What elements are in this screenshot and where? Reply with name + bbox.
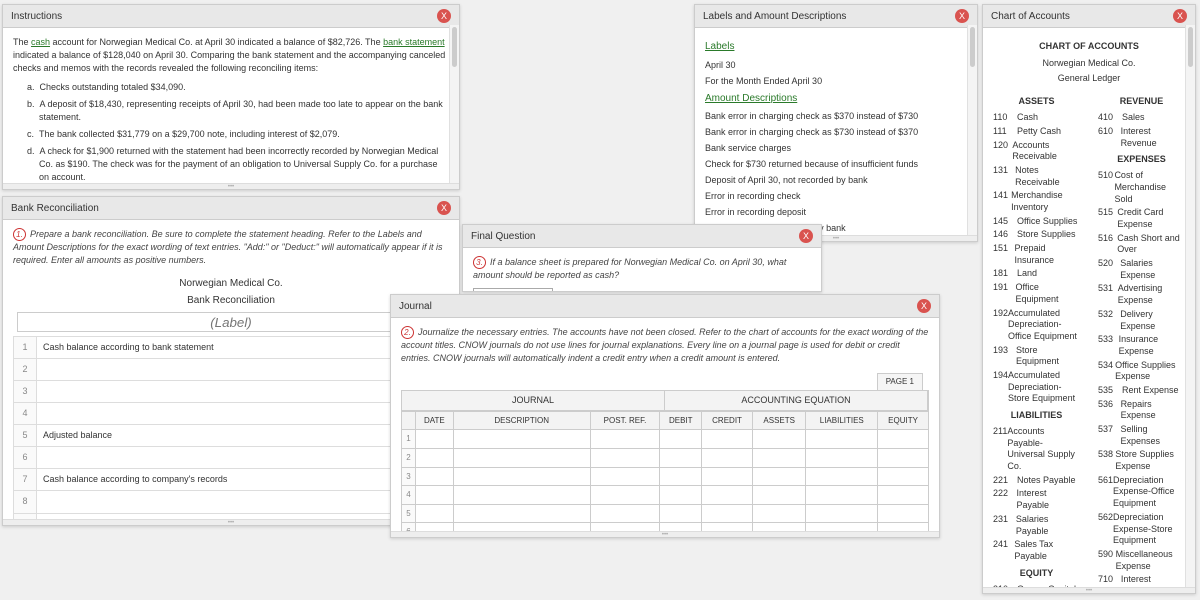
close-icon[interactable]: X bbox=[437, 201, 451, 215]
row-5[interactable]: Adjusted balance bbox=[37, 425, 449, 447]
coa-row[interactable]: 561Depreciation Expense-Office Equipment bbox=[1098, 475, 1185, 510]
resize-grip[interactable]: ••• bbox=[983, 587, 1195, 593]
panel-title: Bank Reconciliation bbox=[11, 203, 99, 214]
item-c: c. The bank collected $31,779 on a $29,7… bbox=[27, 128, 449, 141]
coa-row[interactable]: 191Office Equipment bbox=[993, 282, 1080, 305]
item-b: b. A deposit of $18,430, representing re… bbox=[27, 98, 449, 124]
resize-grip[interactable]: ••• bbox=[3, 183, 459, 189]
coa-row[interactable]: 131Notes Receivable bbox=[993, 165, 1080, 188]
coa-row[interactable]: 120Accounts Receivable bbox=[993, 140, 1080, 163]
panel-title: Chart of Accounts bbox=[991, 11, 1070, 22]
coa-row[interactable]: 192Accumulated Depreciation-Office Equip… bbox=[993, 308, 1080, 343]
coa-row[interactable]: 141Merchandise Inventory bbox=[993, 190, 1080, 213]
step-badge: 3. bbox=[473, 256, 486, 269]
journal-table: DATEDESCRIPTIONPOST. REF.DEBITCREDITASSE… bbox=[401, 411, 929, 531]
recon-table: 1Cash balance according to bank statemen… bbox=[13, 336, 449, 519]
coa-row[interactable]: 520Salaries Expense bbox=[1098, 258, 1185, 281]
coa-row[interactable]: 538Store Supplies Expense bbox=[1098, 449, 1185, 472]
coa-row[interactable]: 231Salaries Payable bbox=[993, 514, 1080, 537]
coa-row[interactable]: 610Interest Revenue bbox=[1098, 126, 1185, 149]
panel-title: Instructions bbox=[11, 11, 62, 22]
item-d: d. A check for $1,900 returned with the … bbox=[27, 145, 449, 183]
coa-row[interactable]: 221Notes Payable bbox=[993, 475, 1080, 487]
instructions-panel: InstructionsX The cash account for Norwe… bbox=[2, 4, 460, 190]
coa-row[interactable]: 536Repairs Expense bbox=[1098, 399, 1185, 422]
panel-title: Journal bbox=[399, 301, 432, 312]
panel-title: Labels and Amount Descriptions bbox=[703, 11, 846, 22]
scrollbar[interactable] bbox=[967, 25, 977, 235]
close-icon[interactable]: X bbox=[955, 9, 969, 23]
coa-row[interactable]: 146Store Supplies bbox=[993, 229, 1080, 241]
label-input[interactable] bbox=[17, 312, 444, 332]
step-badge: 1. bbox=[13, 228, 26, 241]
coa-row[interactable]: 537Selling Expenses bbox=[1098, 424, 1185, 447]
coa-row[interactable]: 222Interest Payable bbox=[993, 488, 1080, 511]
resize-grip[interactable]: ••• bbox=[391, 531, 939, 537]
coa-row[interactable]: 562Depreciation Expense-Store Equipment bbox=[1098, 512, 1185, 547]
company-name: Norwegian Medical Co. bbox=[13, 277, 449, 292]
coa-row[interactable]: 194Accumulated Depreciation-Store Equipm… bbox=[993, 370, 1080, 405]
scrollbar[interactable] bbox=[449, 25, 459, 183]
coa-row[interactable]: 181Land bbox=[993, 268, 1080, 280]
amounts-header[interactable]: Amount Descriptions bbox=[705, 92, 967, 107]
coa-row[interactable]: 535Rent Expense bbox=[1098, 385, 1185, 397]
coa-row[interactable]: 534Office Supplies Expense bbox=[1098, 360, 1185, 383]
coa-row[interactable]: 145Office Supplies bbox=[993, 216, 1080, 228]
coa-row[interactable]: 111Petty Cash bbox=[993, 126, 1080, 138]
coa-row[interactable]: 110Cash bbox=[993, 112, 1080, 124]
coa-row[interactable]: 532Delivery Expense bbox=[1098, 309, 1185, 332]
scrollbar[interactable] bbox=[1185, 25, 1195, 587]
coa-panel: Chart of AccountsX CHART OF ACCOUNTS Nor… bbox=[982, 4, 1196, 594]
row-1[interactable]: Cash balance according to bank statement bbox=[37, 337, 449, 359]
page-tab[interactable]: PAGE 1 bbox=[877, 373, 923, 390]
coa-row[interactable]: 531Advertising Expense bbox=[1098, 283, 1185, 306]
close-icon[interactable]: X bbox=[917, 299, 931, 313]
coa-row[interactable]: 515Credit Card Expense bbox=[1098, 207, 1185, 230]
close-icon[interactable]: X bbox=[1173, 9, 1187, 23]
doc-title: Bank Reconciliation bbox=[13, 294, 449, 309]
coa-row[interactable]: 710Interest Expense bbox=[1098, 574, 1185, 587]
coa-row[interactable]: 590Miscellaneous Expense bbox=[1098, 549, 1185, 572]
coa-row[interactable]: 151Prepaid Insurance bbox=[993, 243, 1080, 266]
final-question-panel: Final QuestionX 3.If a balance sheet is … bbox=[462, 224, 822, 292]
coa-row[interactable]: 211Accounts Payable-Universal Supply Co. bbox=[993, 426, 1080, 473]
close-icon[interactable]: X bbox=[799, 229, 813, 243]
panel-title: Final Question bbox=[471, 231, 535, 242]
journal-panel: JournalX 2.Journalize the necessary entr… bbox=[390, 294, 940, 538]
coa-row[interactable]: 510Cost of Merchandise Sold bbox=[1098, 170, 1185, 205]
coa-row[interactable]: 533Insurance Expense bbox=[1098, 334, 1185, 357]
bank-statement-link[interactable]: bank statement bbox=[383, 37, 445, 47]
coa-row[interactable]: 193Store Equipment bbox=[993, 345, 1080, 368]
cash-answer-input[interactable] bbox=[473, 288, 553, 291]
close-icon[interactable]: X bbox=[437, 9, 451, 23]
row-7[interactable]: Cash balance according to company's reco… bbox=[37, 469, 449, 491]
cash-link[interactable]: cash bbox=[31, 37, 50, 47]
item-a: a. Checks outstanding totaled $34,090. bbox=[27, 81, 449, 94]
coa-row[interactable]: 410Sales bbox=[1098, 112, 1185, 124]
coa-row[interactable]: 241Sales Tax Payable bbox=[993, 539, 1080, 562]
step-badge: 2. bbox=[401, 326, 414, 339]
labels-panel: Labels and Amount Descriptions X Labels A… bbox=[694, 4, 978, 242]
coa-row[interactable]: 516Cash Short and Over bbox=[1098, 233, 1185, 256]
labels-header[interactable]: Labels bbox=[705, 40, 967, 55]
